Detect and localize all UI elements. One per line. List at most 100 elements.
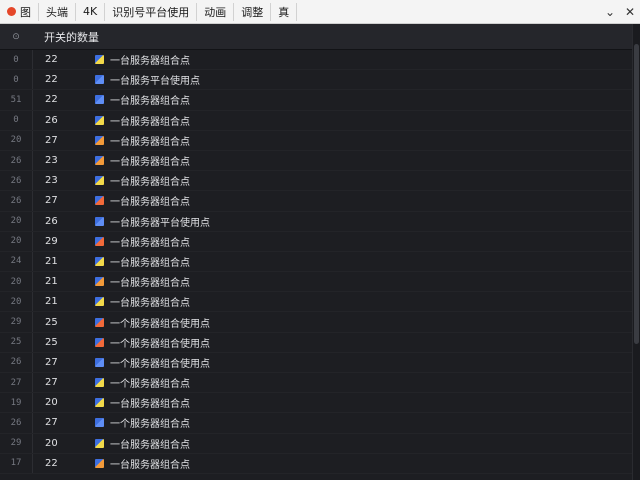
- row-index: 25: [10, 337, 22, 348]
- row-count: 27: [45, 134, 58, 146]
- list-item[interactable]: 29 20 一台服务器组合点: [0, 433, 632, 454]
- row-count: 25: [45, 316, 58, 328]
- item-type-icon: [95, 357, 104, 367]
- row-index: 27: [10, 377, 22, 388]
- item-type-icon: [95, 378, 104, 388]
- list-item[interactable]: 25 25 一个服务器组合使用点: [0, 332, 632, 353]
- top-toolbar: 图 头端 4K 识别号平台使用 动画 调整 真 ⌄ ✕: [0, 0, 640, 24]
- list-item[interactable]: 20 29 一台服务器组合点: [0, 231, 632, 252]
- row-count: 22: [45, 54, 58, 66]
- row-index: 20: [10, 296, 22, 307]
- row-count: 29: [45, 235, 58, 247]
- toolbar-item-recognize[interactable]: 识别号平台使用: [105, 2, 198, 21]
- list-item[interactable]: 26 27 一个服务器组合使用点: [0, 352, 632, 373]
- row-label: 一台服务器组合点: [110, 257, 190, 269]
- row-label: 一个服务器组合使用点: [110, 338, 210, 350]
- row-label: 一台服务器组合点: [110, 136, 190, 148]
- list-item[interactable]: 51 22 一台服务器组合点: [0, 90, 632, 111]
- toolbar-item-label: 真: [278, 5, 290, 19]
- list-item[interactable]: 20 21 一台服务器组合点: [0, 292, 632, 313]
- row-index: 20: [10, 135, 22, 146]
- list-item[interactable]: 0 22 一台服务平台使用点: [0, 70, 632, 91]
- item-type-icon: [95, 297, 104, 307]
- row-count: 27: [45, 356, 58, 368]
- item-type-icon: [95, 458, 104, 468]
- row-count: 22: [45, 94, 58, 106]
- list-item[interactable]: 26 27 一台服务器组合点: [0, 191, 632, 212]
- list-item[interactable]: 17 22 一台服务器组合点: [0, 453, 632, 474]
- row-index: 24: [10, 256, 22, 267]
- row-index: 26: [10, 195, 22, 206]
- toolbar-item-animation[interactable]: 动画: [197, 2, 235, 21]
- list-item[interactable]: 26 27 一个服务器组合点: [0, 413, 632, 434]
- item-type-icon: [95, 95, 104, 105]
- row-index: 17: [10, 458, 22, 469]
- row-count: 26: [45, 215, 58, 227]
- row-label: 一台服务器组合点: [110, 116, 190, 128]
- item-list: 0 22 一台服务器组合点 0 22 一台服务平台使用点 51 22 一台服务器组合点 0 26 一台…: [0, 50, 632, 480]
- row-count: 27: [45, 417, 58, 429]
- row-count: 22: [45, 457, 58, 469]
- row-count: 21: [45, 296, 58, 308]
- list-item[interactable]: 20 26 一台服务器平台使用点: [0, 211, 632, 232]
- row-index: 20: [10, 216, 22, 227]
- row-count: 20: [45, 437, 58, 449]
- row-index: 26: [10, 417, 22, 428]
- toolbar-item-label: 图: [20, 5, 31, 19]
- row-label: 一台服务器组合点: [110, 177, 190, 189]
- header-settings-icon[interactable]: ⊙: [0, 32, 32, 42]
- item-type-icon: [95, 398, 104, 408]
- row-label: 一台服务器组合点: [110, 56, 190, 68]
- row-count: 22: [45, 74, 58, 86]
- row-count: 21: [45, 255, 58, 267]
- list-item[interactable]: 19 20 一台服务器组合点: [0, 393, 632, 414]
- list-item[interactable]: 29 25 一个服务器组合使用点: [0, 312, 632, 333]
- row-index: 0: [13, 74, 19, 85]
- list-item[interactable]: 20 21 一台服务器组合点: [0, 272, 632, 293]
- column-header-title[interactable]: 开关的数量: [32, 29, 99, 45]
- row-count: 20: [45, 397, 58, 409]
- item-type-icon: [95, 75, 104, 85]
- toolbar-item-4k[interactable]: 4K: [76, 2, 106, 21]
- list-item[interactable]: 27 27 一个服务器组合点: [0, 373, 632, 394]
- list-item[interactable]: 26 23 一台服务器组合点: [0, 171, 632, 192]
- toolbar-item-adjust[interactable]: 调整: [234, 2, 272, 21]
- item-type-icon: [95, 135, 104, 145]
- row-label: 一台服务器组合点: [110, 157, 190, 169]
- vertical-scrollbar[interactable]: [632, 24, 640, 480]
- list-item[interactable]: 0 22 一台服务器组合点: [0, 50, 632, 71]
- toolbar-item-label: 头端: [46, 5, 68, 19]
- list-item[interactable]: 20 27 一台服务器组合点: [0, 130, 632, 151]
- row-count: 27: [45, 195, 58, 207]
- toolbar-item-true[interactable]: 真: [271, 2, 298, 21]
- item-type-icon: [95, 216, 104, 226]
- row-label: 一台服务器平台使用点: [110, 217, 210, 229]
- row-index: 29: [10, 317, 22, 328]
- list-item[interactable]: 0 26 一台服务器组合点: [0, 110, 632, 131]
- toolbar-item-record[interactable]: 图: [0, 2, 39, 21]
- row-label: 一台服务器组合点: [110, 237, 190, 249]
- row-label: 一个服务器组合使用点: [110, 318, 210, 330]
- record-dot-icon: [7, 7, 16, 16]
- row-index: 20: [10, 276, 22, 287]
- row-index: 19: [10, 397, 22, 408]
- row-count: 23: [45, 155, 58, 167]
- close-icon[interactable]: ✕: [620, 3, 640, 21]
- row-index: 51: [10, 94, 22, 105]
- item-type-icon: [95, 236, 104, 246]
- item-type-icon: [95, 196, 104, 206]
- scrollbar-thumb[interactable]: [634, 44, 639, 344]
- chevron-down-icon[interactable]: ⌄: [600, 3, 620, 21]
- row-index: 26: [10, 175, 22, 186]
- row-label: 一个服务器组合使用点: [110, 358, 210, 370]
- row-index: 26: [10, 155, 22, 166]
- item-type-icon: [95, 256, 104, 266]
- row-label: 一个服务器组合点: [110, 379, 190, 391]
- row-count: 25: [45, 336, 58, 348]
- row-label: 一台服务器组合点: [110, 399, 190, 411]
- item-type-icon: [95, 176, 104, 186]
- row-index: 29: [10, 438, 22, 449]
- list-item[interactable]: 24 21 一台服务器组合点: [0, 251, 632, 273]
- toolbar-item-head[interactable]: 头端: [39, 2, 76, 21]
- list-item[interactable]: 26 23 一台服务器组合点: [0, 150, 632, 172]
